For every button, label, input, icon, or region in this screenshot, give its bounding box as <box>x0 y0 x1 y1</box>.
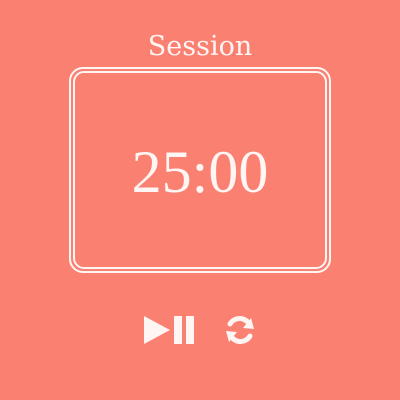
refresh-icon <box>223 313 257 347</box>
timer-time: 25:00 <box>131 139 269 205</box>
session-label: Session <box>147 31 253 62</box>
play-pause-button[interactable] <box>143 313 199 347</box>
timer-display: 25:00 <box>69 67 331 273</box>
reset-button[interactable] <box>223 313 257 347</box>
play-pause-icon <box>143 313 199 347</box>
timer-controls <box>0 313 400 347</box>
